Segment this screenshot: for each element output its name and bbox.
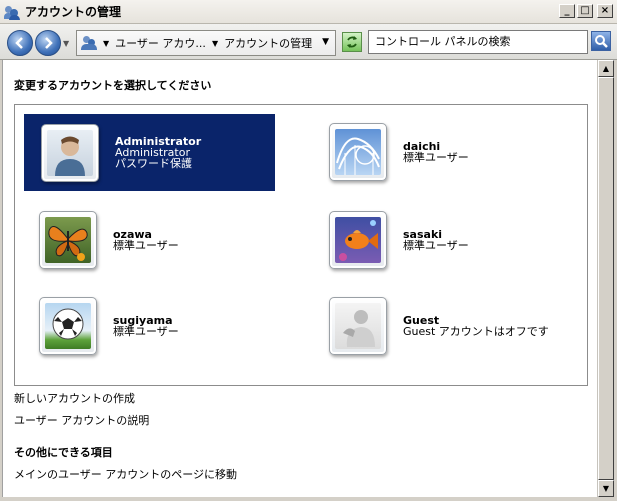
search-input[interactable]: コントロール パネルの検索 bbox=[368, 30, 588, 54]
scroll-up-button[interactable]: ▲ bbox=[598, 60, 614, 77]
control-panel-users-icon bbox=[81, 35, 97, 51]
maximize-button[interactable]: □ bbox=[577, 4, 593, 18]
window-title: アカウントの管理 bbox=[25, 5, 122, 19]
butterfly-icon bbox=[48, 226, 88, 261]
account-tile-administrator[interactable]: Administrator Administrator パスワード保護 bbox=[24, 114, 275, 191]
account-picture bbox=[329, 123, 387, 181]
navigation-toolbar: ▼ ▼ ユーザー アカウ... ▼ アカウントの管理 ▼ コントロール パネルの… bbox=[0, 24, 617, 60]
fish-icon bbox=[339, 220, 378, 261]
account-picture bbox=[39, 297, 97, 355]
generic-user-icon bbox=[55, 136, 85, 176]
breadcrumb-user-accounts[interactable]: ユーザー アカウ... bbox=[115, 35, 206, 51]
address-dropdown-icon[interactable]: ▼ bbox=[322, 37, 329, 47]
account-picture bbox=[39, 211, 97, 269]
scroll-down-button[interactable]: ▼ bbox=[598, 480, 614, 497]
soccer-ball-icon bbox=[52, 308, 84, 340]
account-help-link[interactable]: ユーザー アカウントの説明 bbox=[14, 412, 149, 428]
search-icon bbox=[595, 35, 608, 48]
page-heading: 変更するアカウントを選択してください bbox=[14, 79, 212, 92]
history-dropdown-icon[interactable]: ▼ bbox=[63, 39, 69, 48]
back-arrow-icon bbox=[15, 37, 23, 49]
forward-button[interactable] bbox=[35, 30, 61, 56]
minimize-button[interactable]: _ bbox=[559, 4, 575, 18]
users-icon bbox=[4, 4, 20, 20]
guest-user-icon bbox=[343, 310, 375, 347]
vertical-scrollbar[interactable]: ▲ ▼ bbox=[597, 60, 614, 497]
title-bar: アカウントの管理 _ □ × bbox=[0, 0, 617, 24]
account-type: 標準ユーザー bbox=[113, 325, 179, 338]
content-area: 変更するアカウントを選択してください Administrator Adminis… bbox=[2, 60, 597, 497]
account-tile-ozawa[interactable]: ozawa 標準ユーザー bbox=[39, 211, 179, 269]
chevron-down-icon[interactable]: ▼ bbox=[103, 39, 109, 48]
breadcrumb-manage-accounts[interactable]: アカウントの管理 bbox=[224, 35, 312, 51]
account-list-panel: Administrator Administrator パスワード保護 daic… bbox=[14, 104, 588, 386]
roller-coaster-icon bbox=[336, 137, 380, 175]
account-tile-sasaki[interactable]: sasaki 標準ユーザー bbox=[329, 211, 469, 269]
account-tasks: 新しいアカウントの作成 ユーザー アカウントの説明 bbox=[14, 390, 149, 428]
other-tasks: メインのユーザー アカウントのページに移動 bbox=[14, 466, 237, 482]
account-type: 標準ユーザー bbox=[403, 151, 469, 164]
refresh-icon bbox=[347, 36, 357, 48]
chevron-down-icon[interactable]: ▼ bbox=[212, 39, 218, 48]
account-picture bbox=[329, 211, 387, 269]
account-type: 標準ユーザー bbox=[113, 239, 179, 252]
back-button[interactable] bbox=[7, 30, 33, 56]
address-bar[interactable]: ▼ ユーザー アカウ... ▼ アカウントの管理 ▼ bbox=[76, 30, 336, 56]
account-tile-guest[interactable]: Guest Guest アカウントはオフです bbox=[329, 297, 549, 355]
other-tasks-heading: その他にできる項目 bbox=[14, 446, 113, 459]
account-status: パスワード保護 bbox=[115, 157, 192, 170]
account-status: Guest アカウントはオフです bbox=[403, 325, 549, 338]
account-picture bbox=[329, 297, 387, 355]
scroll-thumb[interactable] bbox=[598, 77, 614, 480]
main-user-accounts-link[interactable]: メインのユーザー アカウントのページに移動 bbox=[14, 466, 237, 482]
search-button[interactable] bbox=[591, 31, 611, 51]
close-button[interactable]: × bbox=[597, 4, 613, 18]
refresh-button[interactable] bbox=[342, 32, 362, 52]
forward-arrow-icon bbox=[45, 37, 53, 49]
account-tile-daichi[interactable]: daichi 標準ユーザー bbox=[329, 123, 469, 181]
create-account-link[interactable]: 新しいアカウントの作成 bbox=[14, 390, 149, 406]
account-picture bbox=[41, 123, 99, 182]
account-type: 標準ユーザー bbox=[403, 239, 469, 252]
account-tile-sugiyama[interactable]: sugiyama 標準ユーザー bbox=[39, 297, 179, 355]
